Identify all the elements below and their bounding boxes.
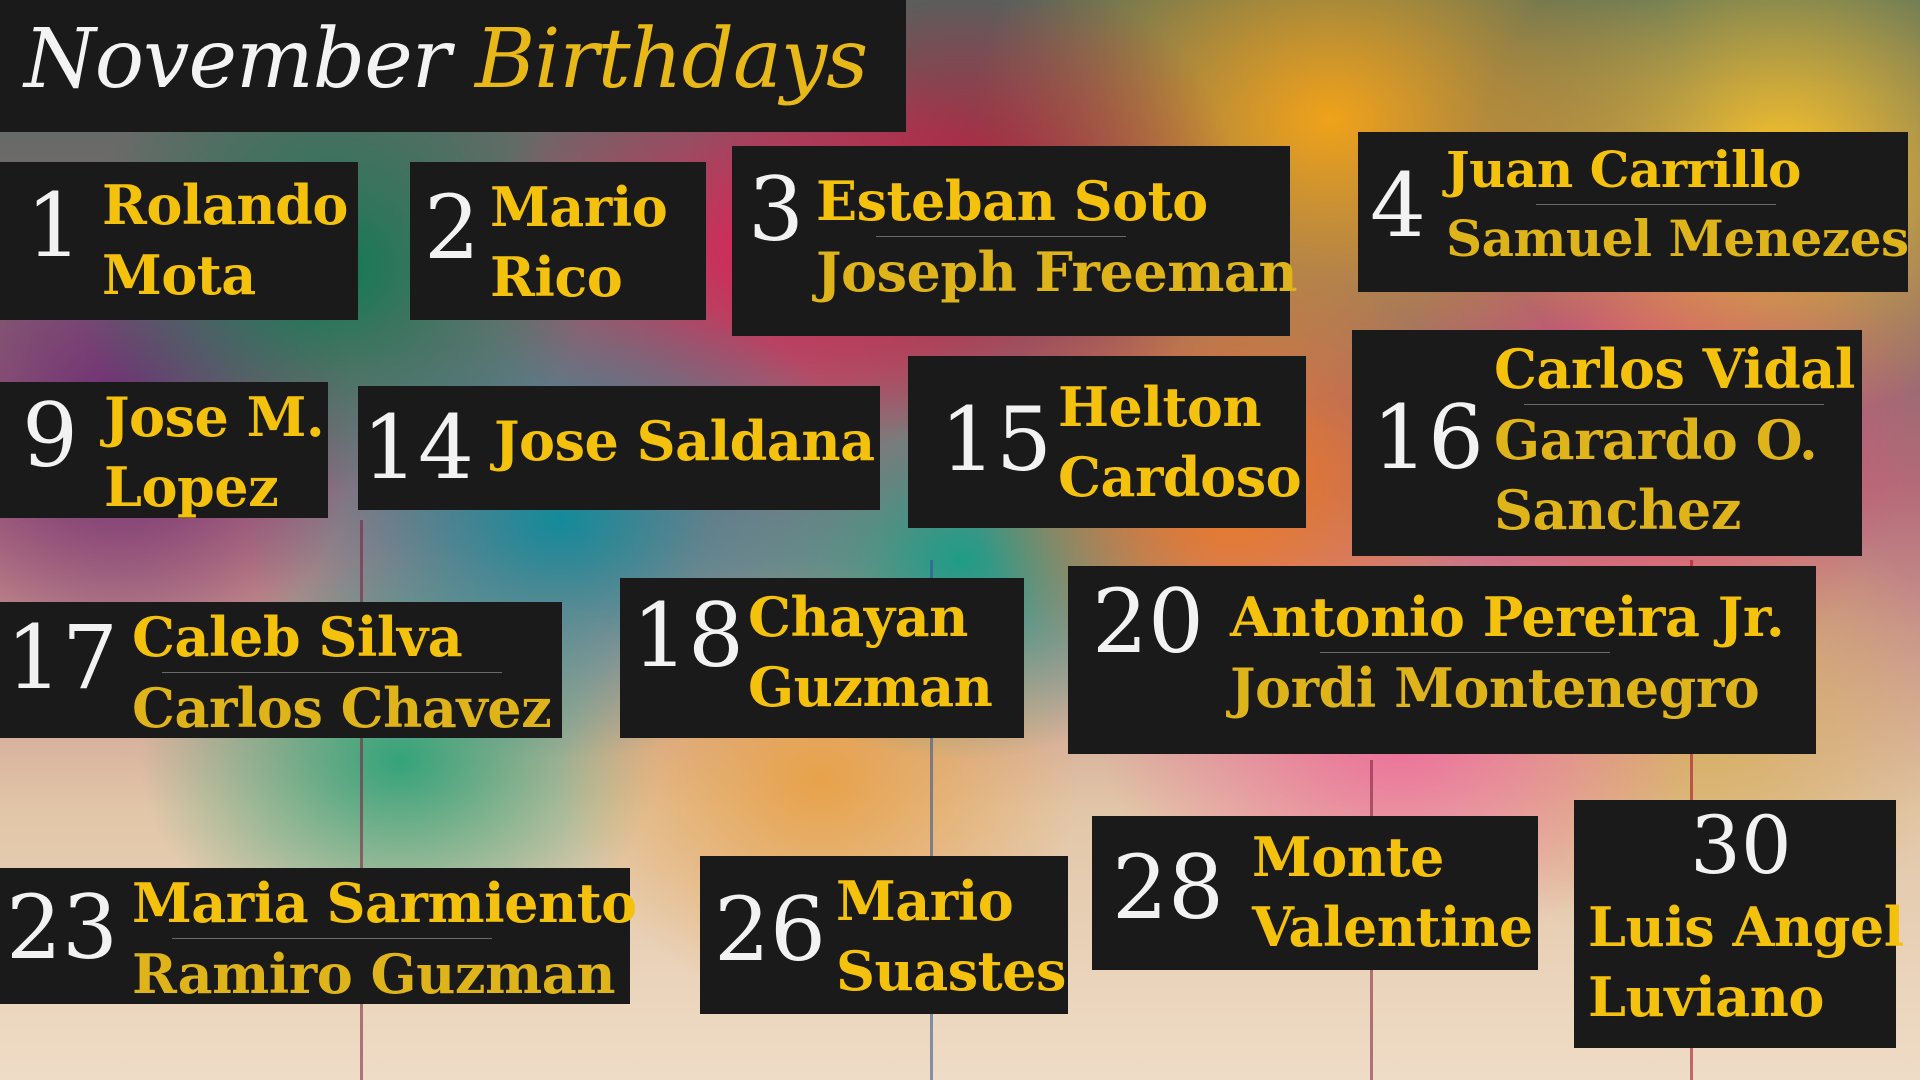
birthday-name: Cardoso <box>1058 445 1302 509</box>
birthday-name: Jose Saldana <box>494 409 875 473</box>
birthday-name: Caleb Silva <box>132 605 463 669</box>
birthday-name: Mota <box>102 243 256 307</box>
birthday-name: Ramiro Guzman <box>132 942 615 1006</box>
day-number: 15 <box>940 388 1052 491</box>
birthday-card-day-1: 1 Rolando Mota <box>0 162 358 320</box>
names-list: Helton Cardoso <box>1058 372 1302 512</box>
birthday-card-day-2: 2 Mario Rico <box>410 162 706 320</box>
names-list: Jose M. Lopez <box>104 382 325 522</box>
birthday-name: Samuel Menezes <box>1446 209 1909 268</box>
birthday-card-day-14: 14 Jose Saldana <box>358 386 880 510</box>
title-banner: November Birthdays <box>0 0 906 132</box>
names-list: Chayan Guzman <box>748 582 993 722</box>
title-word-birthdays: Birthdays <box>475 12 868 107</box>
day-number: 20 <box>1092 570 1204 673</box>
birthday-name: Rico <box>490 245 623 309</box>
names-list: Maria Sarmiento Ramiro Guzman <box>132 868 637 1009</box>
day-number: 23 <box>6 876 118 979</box>
birthday-card-day-15: 15 Helton Cardoso <box>908 356 1306 528</box>
birthday-name: Esteban Soto <box>816 169 1208 233</box>
birthday-card-day-17: 17 Caleb Silva Carlos Chavez <box>0 602 562 740</box>
birthday-name: Joseph Freeman <box>816 240 1298 304</box>
birthday-name: Maria Sarmiento <box>132 871 637 935</box>
page-title: November Birthdays <box>24 4 868 116</box>
birthday-name: Jordi Montenegro <box>1230 656 1760 720</box>
birthday-name: Guzman <box>748 655 993 719</box>
birthday-name: Valentine <box>1252 895 1533 959</box>
birthday-name: Suastes <box>836 939 1066 1003</box>
day-number: 18 <box>632 584 744 687</box>
birthday-name: Chayan <box>748 585 968 649</box>
birthday-name: Sanchez <box>1494 478 1741 542</box>
birthday-card-day-18: 18 Chayan Guzman <box>620 578 1024 738</box>
names-list: Mario Rico <box>490 172 668 312</box>
day-number: 3 <box>748 158 804 261</box>
birthday-card-day-23: 23 Maria Sarmiento Ramiro Guzman <box>0 868 637 1006</box>
birthday-name: Carlos Vidal <box>1494 337 1855 401</box>
birthday-name: Luviano <box>1588 965 1824 1029</box>
names-list: Carlos Vidal Garardo O. Sanchez <box>1494 334 1855 545</box>
day-number: 14 <box>362 396 474 499</box>
birthday-card-day-20: 20 Antonio Pereira Jr. Jordi Montenegro <box>1068 566 1816 754</box>
names-list: Mario Suastes <box>836 866 1066 1006</box>
birthday-card-day-9: 9 Jose M. Lopez <box>0 382 328 519</box>
birthday-name: Carlos Chavez <box>132 676 552 740</box>
names-list: Esteban Soto Joseph Freeman <box>816 166 1298 307</box>
day-number: 1 <box>26 174 82 277</box>
day-number: 26 <box>714 878 826 981</box>
names-list: Jose Saldana <box>494 406 875 476</box>
names-list: Rolando Mota <box>102 170 348 310</box>
day-number: 9 <box>22 384 78 487</box>
birthday-card-day-4: 4 Juan Carrillo Samuel Menezes <box>1358 132 1909 292</box>
names-list: Antonio Pereira Jr. Jordi Montenegro <box>1230 582 1785 723</box>
day-number: 16 <box>1372 386 1484 489</box>
names-list: Juan Carrillo Samuel Menezes <box>1446 136 1909 273</box>
birthday-name: Juan Carrillo <box>1446 140 1801 199</box>
birthday-card-day-28: 28 Monte Valentine <box>1092 816 1538 970</box>
birthday-card-day-26: 26 Mario Suastes <box>700 856 1068 1014</box>
birthday-name: Luis Angel <box>1588 895 1904 959</box>
birthday-name: Monte <box>1252 825 1444 889</box>
birthday-name: Lopez <box>104 455 279 519</box>
birthday-name: Helton <box>1058 375 1262 439</box>
day-number: 30 <box>1690 799 1792 892</box>
names-list: Caleb Silva Carlos Chavez <box>132 602 552 743</box>
names-list: Luis Angel Luviano <box>1588 892 1904 1032</box>
birthday-name: Mario <box>490 175 668 239</box>
birthday-card-day-30: 30 Luis Angel Luviano <box>1574 799 1904 1048</box>
birthday-name: Antonio Pereira Jr. <box>1230 585 1785 649</box>
names-list: Monte Valentine <box>1252 822 1533 962</box>
birthday-card-day-16: 16 Carlos Vidal Garardo O. Sanchez <box>1352 330 1862 556</box>
birthday-name: Mario <box>836 869 1014 933</box>
day-number: 28 <box>1112 836 1224 939</box>
day-number: 2 <box>424 176 480 279</box>
day-number: 17 <box>6 606 118 709</box>
day-number: 4 <box>1370 154 1426 257</box>
birthday-card-day-3: 3 Esteban Soto Joseph Freeman <box>732 146 1298 336</box>
title-word-november: November <box>24 12 451 107</box>
birthday-name: Jose M. <box>104 385 325 449</box>
birthday-slide: November Birthdays 1 Rolando Mota 2 Mari… <box>0 0 1920 1080</box>
birthday-name: Rolando <box>102 173 348 237</box>
birthday-name: Garardo O. <box>1494 408 1818 472</box>
